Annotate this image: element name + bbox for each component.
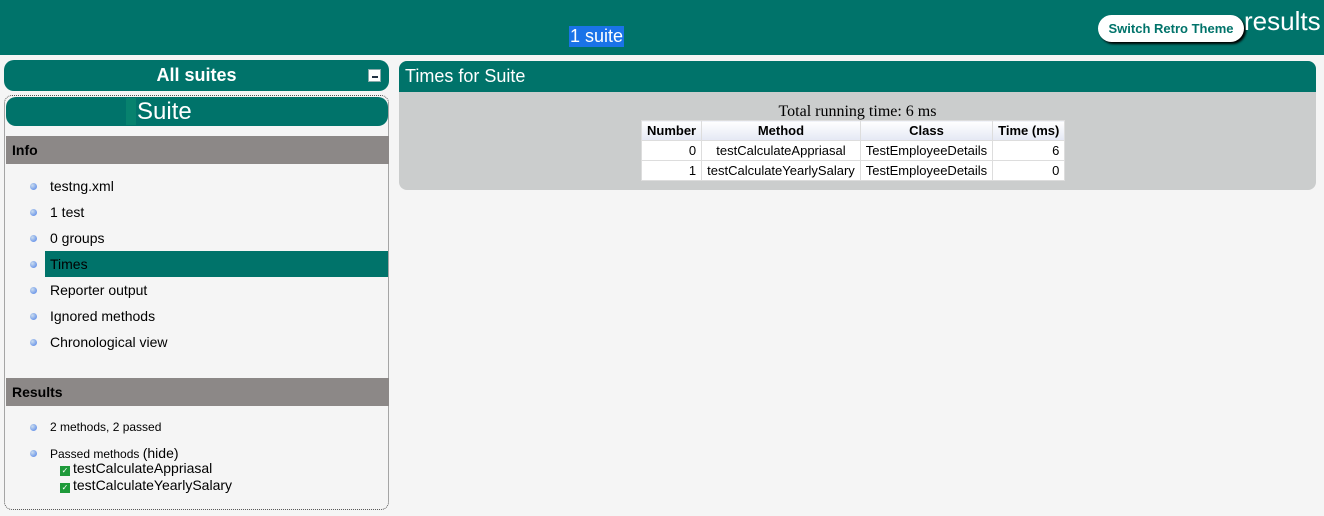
cell-number: 0 bbox=[640, 140, 703, 161]
col-class[interactable]: Class bbox=[859, 120, 994, 141]
times-table: Number Method Class Time (ms) 0 testCalc… bbox=[640, 120, 1066, 181]
info-item-reporter-output[interactable]: Reporter output bbox=[5, 277, 388, 303]
col-number[interactable]: Number bbox=[640, 120, 703, 141]
suite-count: 1 suite bbox=[569, 26, 625, 47]
suite-panel: Suite Info testng.xml 1 test 0 groups Ti… bbox=[4, 95, 389, 510]
switch-retro-theme-button[interactable]: Switch Retro Theme bbox=[1098, 15, 1244, 42]
times-panel: Times for Suite Total running time: 6 ms… bbox=[399, 61, 1316, 190]
info-item-groups[interactable]: 0 groups bbox=[5, 225, 388, 251]
col-time[interactable]: Time (ms) bbox=[992, 120, 1066, 141]
cell-class: TestEmployeeDetails bbox=[859, 140, 994, 161]
suite-header[interactable]: Suite bbox=[6, 97, 388, 126]
page-title: results bbox=[1244, 6, 1321, 36]
cell-method: testCalculateAppriasal bbox=[701, 140, 861, 161]
item-label: Times bbox=[50, 256, 88, 272]
item-label: Chronological view bbox=[50, 334, 168, 350]
summary-text: 2 methods, 2 passed bbox=[50, 420, 162, 434]
info-item-tests[interactable]: 1 test bbox=[5, 199, 388, 225]
cell-number: 1 bbox=[640, 160, 703, 181]
results-summary: 2 methods, 2 passed bbox=[5, 414, 388, 440]
passed-method[interactable]: ✓ testCalculateYearlySalary bbox=[60, 477, 232, 493]
method-name: testCalculateYearlySalary bbox=[73, 477, 233, 493]
passed-method[interactable]: ✓ testCalculateAppriasal bbox=[60, 460, 212, 476]
method-name: testCalculateAppriasal bbox=[73, 460, 213, 476]
cell-time: 0 bbox=[992, 160, 1066, 181]
all-suites-label: All suites bbox=[156, 65, 237, 85]
item-label: 0 groups bbox=[50, 230, 105, 246]
collapse-icon[interactable] bbox=[368, 69, 381, 82]
check-icon: ✓ bbox=[60, 483, 70, 493]
check-icon: ✓ bbox=[60, 466, 70, 476]
times-title: Times for Suite bbox=[399, 61, 1316, 92]
item-label: Ignored methods bbox=[50, 308, 156, 324]
cell-method: testCalculateYearlySalary bbox=[701, 160, 861, 181]
table-row: 0 testCalculateAppriasal TestEmployeeDet… bbox=[640, 140, 1066, 161]
table-row: 1 testCalculateYearlySalary TestEmployee… bbox=[640, 160, 1066, 181]
item-label: testng.xml bbox=[50, 178, 114, 194]
total-running-time: Total running time: 6 ms bbox=[778, 103, 937, 120]
info-item-testng-xml[interactable]: testng.xml bbox=[5, 173, 388, 199]
top-bar: 1 suite Switch Retro Theme results bbox=[0, 0, 1324, 55]
results-section-title: Results bbox=[6, 378, 389, 406]
info-item-ignored-methods[interactable]: Ignored methods bbox=[5, 303, 388, 329]
item-label: Reporter output bbox=[50, 282, 148, 298]
suite-name: Suite bbox=[137, 98, 192, 125]
table-header: Number Method Class Time (ms) bbox=[640, 120, 1066, 141]
cell-time: 6 bbox=[992, 140, 1066, 161]
all-suites-header[interactable]: All suites bbox=[4, 60, 389, 91]
cell-class: TestEmployeeDetails bbox=[859, 160, 994, 181]
info-item-chronological-view[interactable]: Chronological view bbox=[5, 329, 388, 355]
col-method[interactable]: Method bbox=[701, 120, 861, 141]
info-item-times[interactable]: Times bbox=[5, 251, 388, 277]
suite-marker bbox=[126, 98, 136, 125]
passed-label: Passed methods bbox=[50, 447, 140, 461]
info-section-title: Info bbox=[6, 136, 389, 164]
hide-link[interactable]: (hide) bbox=[143, 445, 179, 461]
item-label: 1 test bbox=[50, 204, 85, 220]
